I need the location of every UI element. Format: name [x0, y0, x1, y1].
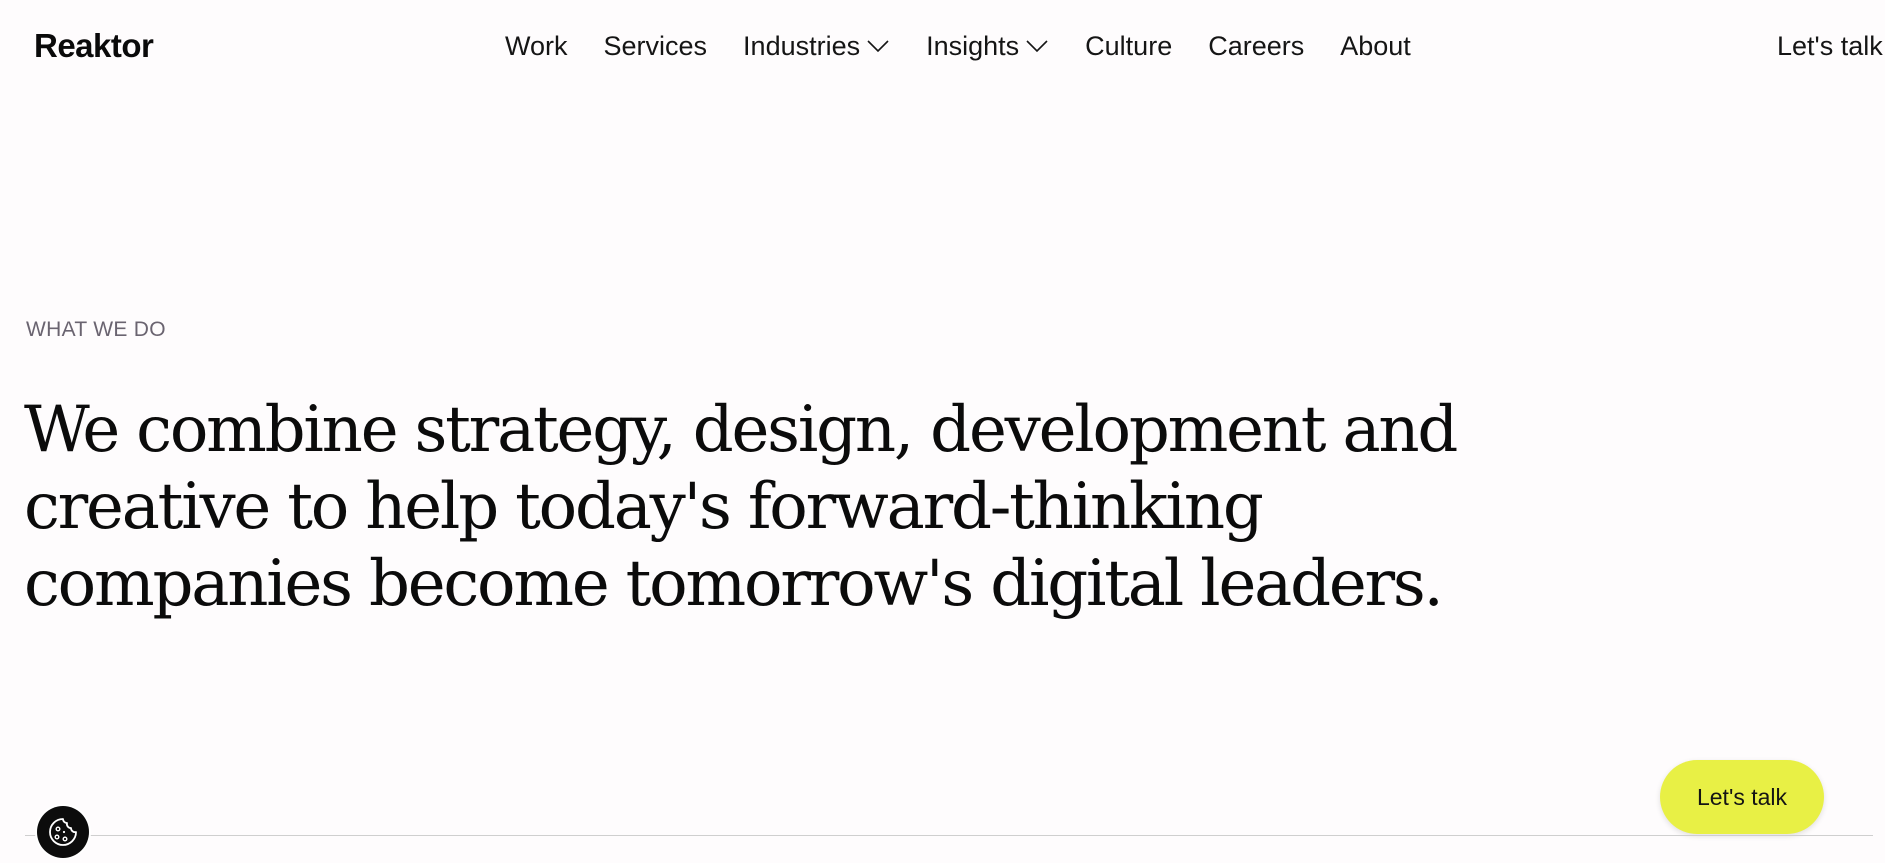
nav-item-industries[interactable]: Industries: [743, 28, 890, 64]
nav-item-label: Insights: [926, 31, 1020, 61]
lets-talk-button[interactable]: Let's talk: [1660, 760, 1824, 834]
chevron-down-icon: [1026, 40, 1048, 53]
page: Reaktor Work Services Industries Insight…: [0, 0, 1885, 863]
nav-item-label: Careers: [1208, 31, 1305, 61]
nav-item-about[interactable]: About: [1340, 28, 1411, 64]
logo[interactable]: Reaktor: [34, 26, 154, 66]
header-lets-talk-link[interactable]: Let's talk: [1777, 28, 1883, 64]
nav-item-label: Work: [505, 31, 568, 61]
hero-headline: We combine strategy, design, development…: [24, 393, 1458, 621]
main-nav: Work Services Industries Insights Cultur…: [505, 28, 1411, 64]
nav-item-culture[interactable]: Culture: [1085, 28, 1172, 64]
nav-item-services[interactable]: Services: [604, 28, 708, 64]
nav-item-careers[interactable]: Careers: [1208, 28, 1304, 64]
chevron-down-icon: [867, 40, 889, 53]
nav-item-label: Services: [603, 31, 708, 61]
cookie-settings-button[interactable]: [37, 806, 89, 858]
nav-item-insights[interactable]: Insights: [926, 28, 1049, 64]
section-divider: [25, 835, 1873, 836]
cookie-icon: [49, 818, 77, 846]
nav-item-work[interactable]: Work: [505, 28, 568, 64]
section-eyebrow: WHAT WE DO: [26, 318, 166, 341]
nav-item-label: About: [1340, 31, 1411, 61]
nav-item-label: Culture: [1085, 31, 1173, 61]
nav-item-label: Industries: [743, 31, 861, 61]
